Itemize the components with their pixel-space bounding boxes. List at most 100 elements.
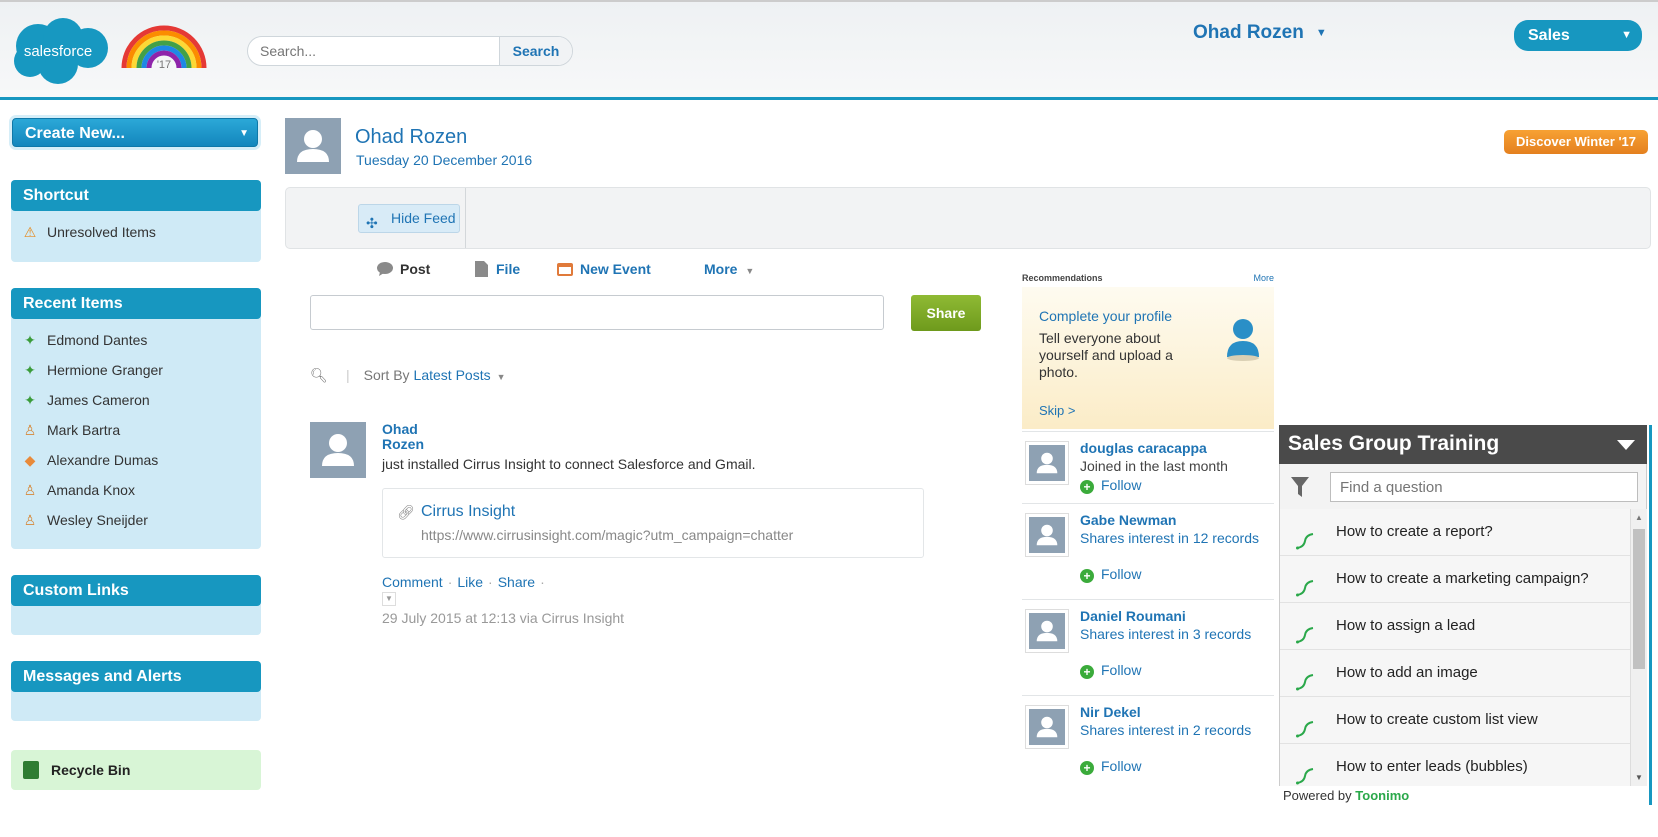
trash-icon	[23, 761, 39, 779]
filter-icon[interactable]	[1291, 477, 1309, 497]
sort-dropdown[interactable]: Latest Posts	[414, 367, 491, 383]
chevron-down-icon[interactable]: ▼	[497, 372, 506, 382]
person-name[interactable]: Nir Dekel	[1080, 704, 1141, 720]
link-preview[interactable]: 🔗︎ Cirrus Insight https://www.cirrusinsig…	[382, 488, 924, 558]
hide-feed-button[interactable]: ✣ Hide Feed	[358, 204, 460, 233]
search-input[interactable]	[248, 37, 500, 65]
training-question-item[interactable]: How to enter leads (bubbles)	[1280, 744, 1630, 786]
find-question-input[interactable]	[1330, 472, 1638, 502]
like-link[interactable]: Like	[457, 574, 483, 590]
recent-item[interactable]: ♙ Amanda Knox	[11, 475, 261, 505]
create-new-button[interactable]: Create New... ▼	[12, 118, 258, 147]
recent-item[interactable]: ♙ Mark Bartra	[11, 415, 261, 445]
user-menu[interactable]: Ohad Rozen ▼	[1193, 22, 1327, 44]
tab-more[interactable]: More ▼	[704, 261, 754, 277]
messages-alerts-heading: Messages and Alerts	[11, 661, 261, 692]
recent-item[interactable]: ✦ Hermione Granger	[11, 355, 261, 385]
skip-link[interactable]: Skip >	[1039, 403, 1076, 418]
follow-button[interactable]: + Follow	[1080, 758, 1141, 775]
post-author[interactable]: Ohad Rozen	[382, 422, 442, 452]
feed-toolbar: ✣ Hide Feed	[285, 187, 1651, 249]
recycle-bin-link[interactable]: Recycle Bin	[11, 750, 261, 790]
tab-new-event[interactable]: New Event	[556, 261, 651, 277]
recent-item-label: Wesley Sneijder	[47, 512, 148, 528]
profile-name[interactable]: Ohad Rozen	[355, 126, 467, 149]
custom-links-panel: Custom Links	[11, 575, 261, 635]
training-scrollbar[interactable]: ▲ ▼	[1630, 509, 1647, 786]
custom-links-heading: Custom Links	[11, 575, 261, 606]
link-title[interactable]: 🔗︎ Cirrus Insight	[397, 503, 515, 521]
post-input[interactable]	[310, 295, 884, 330]
walkthrough-icon	[1296, 711, 1314, 738]
search-button[interactable]: Search	[499, 37, 572, 65]
shortcut-item-unresolved[interactable]: ⚠ Unresolved Items	[11, 217, 261, 247]
file-icon	[472, 261, 490, 277]
recent-item[interactable]: ✦ Edmond Dantes	[11, 325, 261, 355]
recycle-bin-label: Recycle Bin	[51, 762, 131, 778]
follow-button[interactable]: + Follow	[1080, 662, 1141, 679]
scroll-down-icon[interactable]: ▼	[1635, 773, 1643, 782]
recent-item[interactable]: ♙ Wesley Sneijder	[11, 505, 261, 535]
question-label: How to assign a lead	[1336, 617, 1476, 634]
link-icon: 🔗︎	[397, 504, 415, 520]
follow-label: Follow	[1101, 662, 1142, 678]
scroll-up-icon[interactable]: ▲	[1635, 513, 1643, 522]
person-name[interactable]: Daniel Roumani	[1080, 608, 1186, 624]
training-question-item[interactable]: How to create a marketing campaign?	[1280, 556, 1630, 603]
search-feed-icon[interactable]: 🔍︎	[310, 367, 328, 384]
training-question-item[interactable]: How to add an image	[1280, 650, 1630, 697]
recommendation-person: douglas caracappa Joined in the last mon…	[1022, 431, 1274, 503]
complete-profile-title[interactable]: Complete your profile	[1039, 308, 1172, 324]
follow-label: Follow	[1101, 758, 1142, 774]
comment-link[interactable]: Comment	[382, 574, 443, 590]
recommendations-more-link[interactable]: More	[1253, 273, 1274, 283]
recent-item[interactable]: ✦ James Cameron	[11, 385, 261, 415]
toonimo-brand-link[interactable]: Toonimo	[1355, 788, 1409, 803]
training-question-item[interactable]: How to create a report?	[1280, 509, 1630, 556]
follow-button[interactable]: + Follow	[1080, 566, 1141, 583]
calendar-icon	[556, 261, 574, 277]
warning-icon: ⚠	[23, 224, 37, 240]
person-name[interactable]: douglas caracappa	[1080, 440, 1207, 456]
app-switcher[interactable]: Sales ▼	[1514, 20, 1642, 51]
avatar[interactable]	[1026, 610, 1068, 652]
tab-file[interactable]: File	[472, 261, 520, 277]
share-button[interactable]: Share	[911, 295, 981, 331]
post-menu-button[interactable]: ▼	[382, 592, 396, 606]
training-question-item[interactable]: How to create custom list view	[1280, 697, 1630, 744]
post-body: just installed Cirrus Insight to connect…	[382, 456, 756, 472]
avatar[interactable]	[1026, 442, 1068, 484]
logo-text: salesforce	[24, 43, 92, 60]
tab-label: Post	[400, 261, 431, 277]
recent-item-label: Alexandre Dumas	[47, 452, 159, 468]
walkthrough-icon	[1296, 523, 1314, 550]
plus-icon: +	[1080, 761, 1094, 775]
complete-profile-text: Tell everyone about yourself and upload …	[1039, 330, 1173, 380]
complete-profile-card: Complete your profile Tell everyone abou…	[1022, 287, 1274, 429]
contact-icon: ✦	[24, 362, 36, 378]
avatar[interactable]	[310, 422, 366, 478]
plus-icon: +	[1080, 665, 1094, 679]
chevron-down-icon: ▼	[745, 266, 755, 276]
recent-item[interactable]: ◆ Alexandre Dumas	[11, 445, 261, 475]
discover-winter17-button[interactable]: Discover Winter '17	[1504, 130, 1648, 154]
post-actions: Comment · Like · Share ·	[382, 574, 550, 590]
messages-alerts-panel: Messages and Alerts	[11, 661, 261, 721]
collapse-arrow-icon[interactable]	[1617, 440, 1635, 450]
person-name[interactable]: Gabe Newman	[1080, 512, 1176, 528]
training-title: Sales Group Training	[1288, 432, 1500, 455]
avatar[interactable]	[1026, 706, 1068, 748]
training-header[interactable]: Sales Group Training	[1279, 425, 1647, 464]
scrollbar-thumb[interactable]	[1633, 529, 1645, 669]
follow-button[interactable]: + Follow	[1080, 477, 1141, 494]
salesforce-logo[interactable]: salesforce	[8, 16, 110, 86]
profile-photo[interactable]	[285, 118, 341, 174]
question-label: How to enter leads (bubbles)	[1336, 758, 1528, 775]
training-question-item[interactable]: How to assign a lead	[1280, 603, 1630, 650]
user-name: Ohad Rozen	[1193, 22, 1304, 43]
follow-label: Follow	[1101, 477, 1142, 493]
tab-post[interactable]: Post	[376, 261, 430, 277]
avatar[interactable]	[1026, 514, 1068, 556]
share-link[interactable]: Share	[498, 574, 535, 590]
person-description: Shares interest in 2 records	[1080, 722, 1252, 738]
